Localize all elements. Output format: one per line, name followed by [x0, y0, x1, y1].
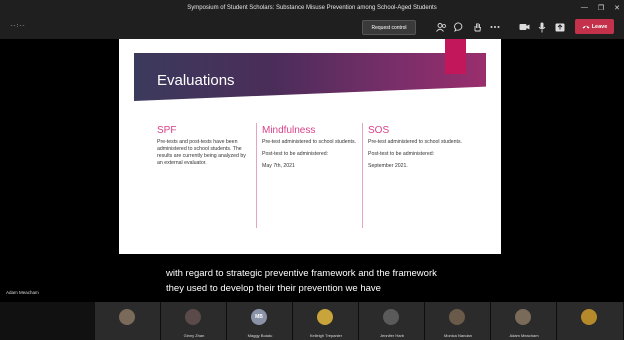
column-heading: SPF	[157, 125, 177, 136]
caption-line: they used to develop their their prevent…	[166, 283, 381, 294]
column-paragraph: Pre-test administered to school students…	[368, 139, 462, 145]
slide-accent-bar	[445, 39, 466, 74]
participant-tile[interactable]	[94, 302, 161, 340]
live-caption: with regard to strategic preventive fram…	[166, 266, 437, 296]
participant-name: Maggy Boadu	[247, 333, 273, 338]
shared-slide: Evaluations SPF Pre-tests and post-tests…	[119, 39, 501, 254]
meeting-timer: --:--	[10, 23, 26, 29]
share-icon[interactable]	[553, 20, 567, 34]
column-mindfulness: Mindfulness Pre-test administered to sch…	[262, 125, 357, 175]
avatar	[449, 309, 465, 325]
participant-tile[interactable]	[556, 302, 623, 340]
participant-strip: Ginny Zhan MB Maggy Boadu Kelleigh Trepa…	[0, 302, 624, 340]
avatar	[185, 309, 201, 325]
column-divider	[362, 123, 363, 228]
chat-icon[interactable]	[452, 20, 466, 34]
meeting-toolbar: --:-- Request control Leave	[0, 15, 624, 39]
more-icon[interactable]	[488, 20, 502, 34]
column-text: Pre-test administered to school students…	[368, 139, 463, 170]
column-text: Pre-tests and post-tests have been admin…	[157, 139, 252, 167]
slide-title: Evaluations	[157, 72, 235, 89]
avatar	[515, 309, 531, 325]
caption-line: with regard to strategic preventive fram…	[166, 268, 437, 279]
close-icon[interactable]: ✕	[614, 4, 620, 12]
restore-icon[interactable]: ❐	[598, 4, 604, 12]
avatar	[581, 309, 597, 325]
participant-tile[interactable]: Kelleigh Trepanier	[292, 302, 359, 340]
column-paragraph: Pre-test administered to school students…	[262, 139, 356, 145]
column-paragraph: Pre-tests and post-tests have been admin…	[157, 139, 246, 167]
participant-tile[interactable]: Monica Nandan	[424, 302, 491, 340]
column-sos: SOS Pre-test administered to school stud…	[368, 125, 463, 175]
request-control-button[interactable]: Request control	[362, 20, 416, 35]
column-spf: SPF Pre-tests and post-tests have been a…	[157, 125, 252, 172]
column-divider	[256, 123, 257, 228]
people-icon[interactable]	[434, 20, 448, 34]
avatar	[317, 309, 333, 325]
mic-icon[interactable]	[535, 20, 549, 34]
window-title: Symposium of Student Scholars: Substance…	[187, 4, 437, 11]
hang-up-icon	[582, 25, 590, 29]
leave-button[interactable]: Leave	[575, 19, 614, 34]
avatar	[119, 309, 135, 325]
column-paragraph: September 2021.	[368, 163, 408, 170]
column-heading: SOS	[368, 125, 390, 136]
raise-hand-icon[interactable]	[470, 20, 484, 34]
participant-tile[interactable]: Adam Meacham	[490, 302, 557, 340]
column-paragraph: Post-test to be administered:	[368, 151, 435, 158]
camera-icon[interactable]	[517, 20, 531, 34]
leave-label: Leave	[591, 23, 608, 30]
participant-tile[interactable]: Ginny Zhan	[160, 302, 227, 340]
column-paragraph: Post-test to be administered:	[262, 151, 329, 158]
column-paragraph: May 7th, 2021	[262, 163, 295, 170]
speaker-name: Adam Meacham	[6, 290, 39, 295]
participant-name: Adam Meacham	[509, 333, 539, 338]
column-text: Pre-test administered to school students…	[262, 139, 357, 170]
window-titlebar: Symposium of Student Scholars: Substance…	[0, 0, 624, 15]
window-controls: — ❐ ✕	[581, 0, 620, 15]
participant-name: Kelleigh Trepanier	[309, 333, 343, 338]
avatar	[383, 309, 399, 325]
participant-name: Jennifer Harb	[379, 333, 404, 338]
participant-name: Monica Nandan	[443, 333, 473, 338]
participant-tile[interactable]: Jennifer Harb	[358, 302, 425, 340]
minimize-icon[interactable]: —	[581, 4, 588, 11]
participant-name: Ginny Zhan	[183, 333, 205, 338]
participant-tile[interactable]: MB Maggy Boadu	[226, 302, 293, 340]
column-heading: Mindfulness	[262, 125, 316, 136]
avatar: MB	[251, 309, 267, 325]
